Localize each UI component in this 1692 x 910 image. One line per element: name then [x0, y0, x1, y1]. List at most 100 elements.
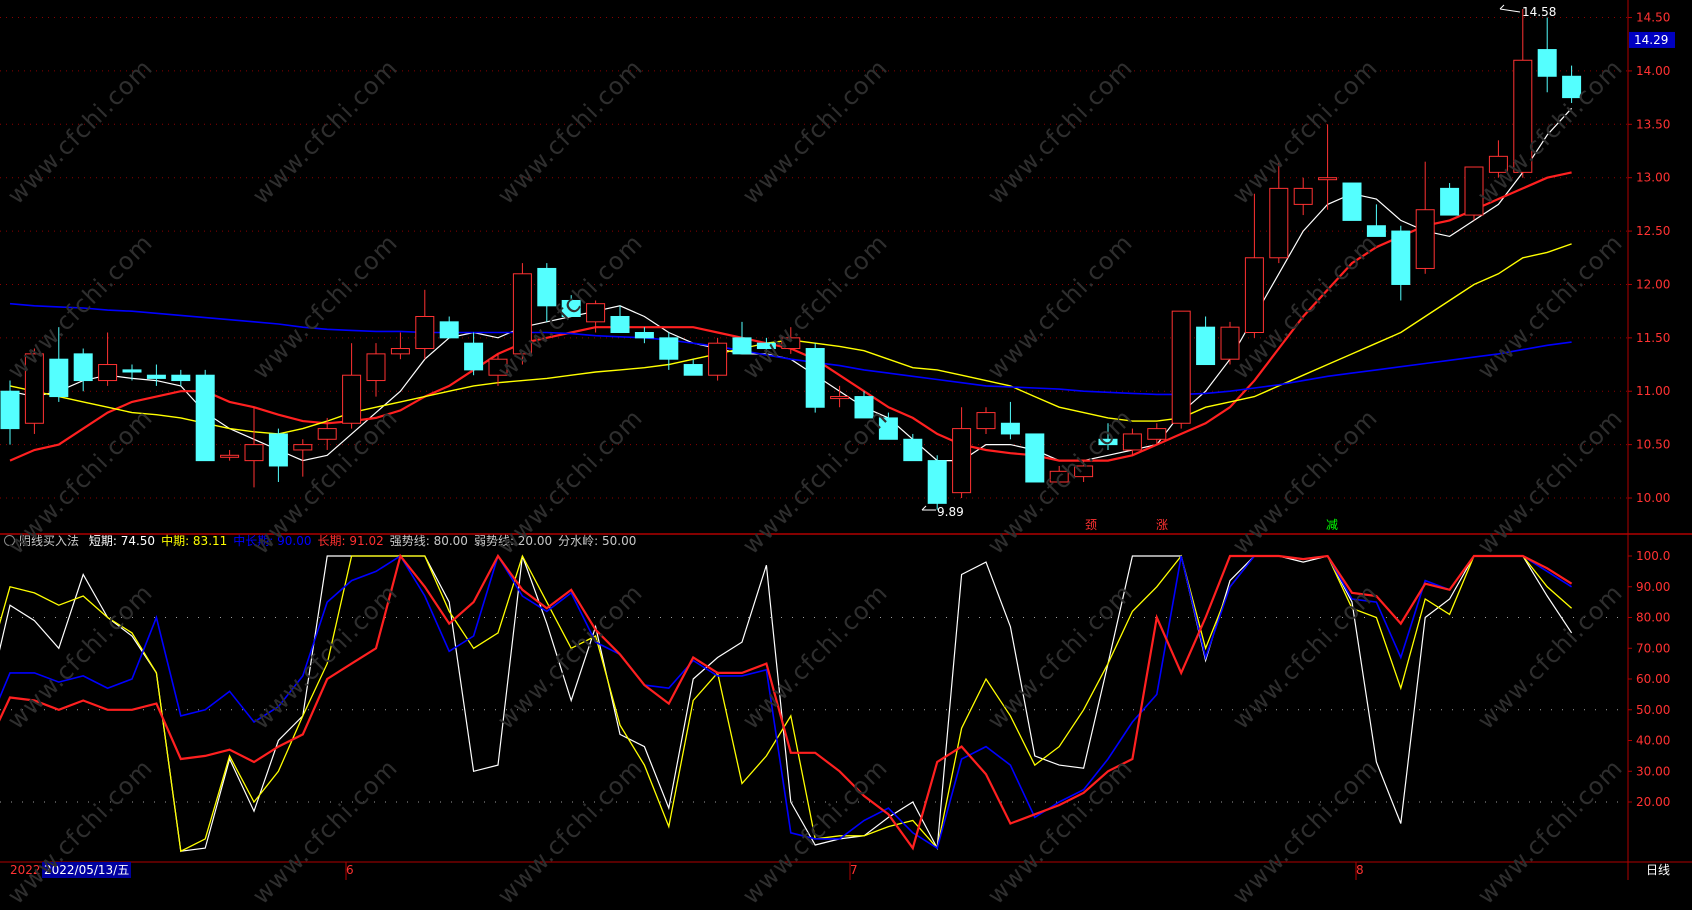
candle — [1391, 225, 1411, 301]
price-tick-label: 13.50 — [1636, 117, 1670, 131]
indicator-value: 中长期: 90.00 — [233, 534, 312, 548]
candle — [1513, 9, 1533, 178]
footer-month-6: 6 — [346, 863, 354, 877]
mid-long-term-line — [0, 554, 1573, 850]
candle-body — [24, 353, 44, 424]
candle-body — [1000, 422, 1020, 435]
candle-body — [1513, 59, 1533, 173]
candle — [1318, 124, 1338, 210]
current-price-label: 14.29 — [1634, 33, 1668, 47]
candle — [683, 359, 703, 376]
candle-body — [1269, 187, 1289, 259]
candle-body — [439, 321, 459, 339]
candle-body — [171, 374, 191, 382]
indicator-toggle-icon[interactable] — [4, 535, 15, 546]
candle — [732, 321, 752, 355]
candle-body — [1244, 257, 1264, 334]
candle-body — [634, 332, 654, 339]
candle — [927, 455, 947, 510]
osc-tick-label: 30.00 — [1636, 764, 1670, 778]
candle-body — [659, 337, 679, 360]
candle-body — [1366, 225, 1386, 237]
candle — [537, 263, 557, 322]
osc-tick-label: 70.00 — [1636, 641, 1670, 655]
candle-body — [342, 374, 362, 424]
candle-body — [1049, 470, 1069, 483]
candle-body — [708, 342, 728, 376]
candle — [830, 385, 850, 408]
candle-body — [146, 374, 166, 379]
candle-body — [512, 273, 532, 355]
osc-tick-label: 50.00 — [1636, 703, 1670, 717]
candle — [1562, 65, 1582, 103]
candle-body — [244, 444, 264, 462]
candle — [1415, 161, 1435, 274]
signal-label: 涨 — [1156, 518, 1169, 532]
candle — [171, 369, 191, 386]
osc-tick-label: 40.00 — [1636, 734, 1670, 748]
price-tick-label: 12.50 — [1636, 224, 1670, 238]
candle — [415, 289, 435, 360]
candle-body — [268, 433, 288, 467]
price-tick-label: 11.50 — [1636, 331, 1670, 345]
candle-body — [1440, 187, 1460, 216]
candle — [878, 412, 898, 440]
ma10-line — [9, 171, 1572, 462]
candle-body — [0, 390, 20, 430]
candle-body — [1098, 438, 1118, 446]
candle-body — [952, 428, 972, 494]
candle-body — [1220, 326, 1240, 360]
candle-body — [1562, 75, 1582, 99]
candle-body — [830, 396, 850, 400]
candle-body — [683, 364, 703, 376]
candle — [195, 369, 215, 462]
price-tick-label: 10.50 — [1636, 438, 1670, 452]
candle-body — [1415, 209, 1435, 269]
candle — [1366, 204, 1386, 237]
candle — [659, 332, 679, 370]
price-tick-label: 13.00 — [1636, 171, 1670, 185]
candle-body — [49, 358, 69, 398]
candle-body — [1025, 433, 1045, 483]
candle-body — [927, 460, 947, 504]
candle — [1025, 433, 1045, 483]
candle — [708, 337, 728, 381]
candle — [0, 380, 20, 445]
candle — [464, 332, 484, 376]
candle — [756, 337, 776, 354]
candle — [903, 433, 923, 462]
candle — [1098, 423, 1118, 450]
candle — [1293, 177, 1313, 216]
short-term-line — [0, 555, 1573, 852]
candle — [1220, 321, 1240, 365]
price-tick-label: 12.00 — [1636, 277, 1670, 291]
candle-body — [464, 342, 484, 371]
footer-month-7: 7 — [850, 863, 858, 877]
candle-body — [976, 412, 996, 430]
indicator-value: 短期: 74.50 — [88, 534, 156, 548]
candle-body — [756, 342, 776, 350]
candle-body — [1488, 155, 1508, 173]
stock-chart[interactable]: 14.50 14.00 13.50 13.00 12.50 12.00 11.50 11.00… — [0, 0, 1692, 880]
candle-body — [1318, 177, 1338, 181]
ma5-line — [9, 107, 1573, 462]
candle — [561, 295, 581, 317]
footer-period[interactable]: 日线 — [1646, 862, 1670, 878]
candle-body — [1342, 182, 1362, 221]
indicator-value: 分水岭: 50.00 — [558, 534, 637, 548]
candle-body — [805, 348, 825, 408]
indicator-value: 强势线: 80.00 — [389, 534, 468, 548]
candle — [1000, 401, 1020, 440]
candle — [146, 364, 166, 386]
candle-body — [122, 369, 142, 373]
candle — [1244, 193, 1264, 338]
candle-body — [1122, 433, 1142, 451]
indicator-name: 阴线买入法 — [19, 534, 80, 548]
candle — [1196, 316, 1216, 366]
candle — [781, 327, 801, 354]
candle — [805, 343, 825, 413]
candle-body — [366, 353, 386, 382]
high-price-label: 14.58 — [1522, 5, 1556, 19]
candle-body — [1391, 230, 1411, 285]
candle — [1171, 310, 1191, 429]
